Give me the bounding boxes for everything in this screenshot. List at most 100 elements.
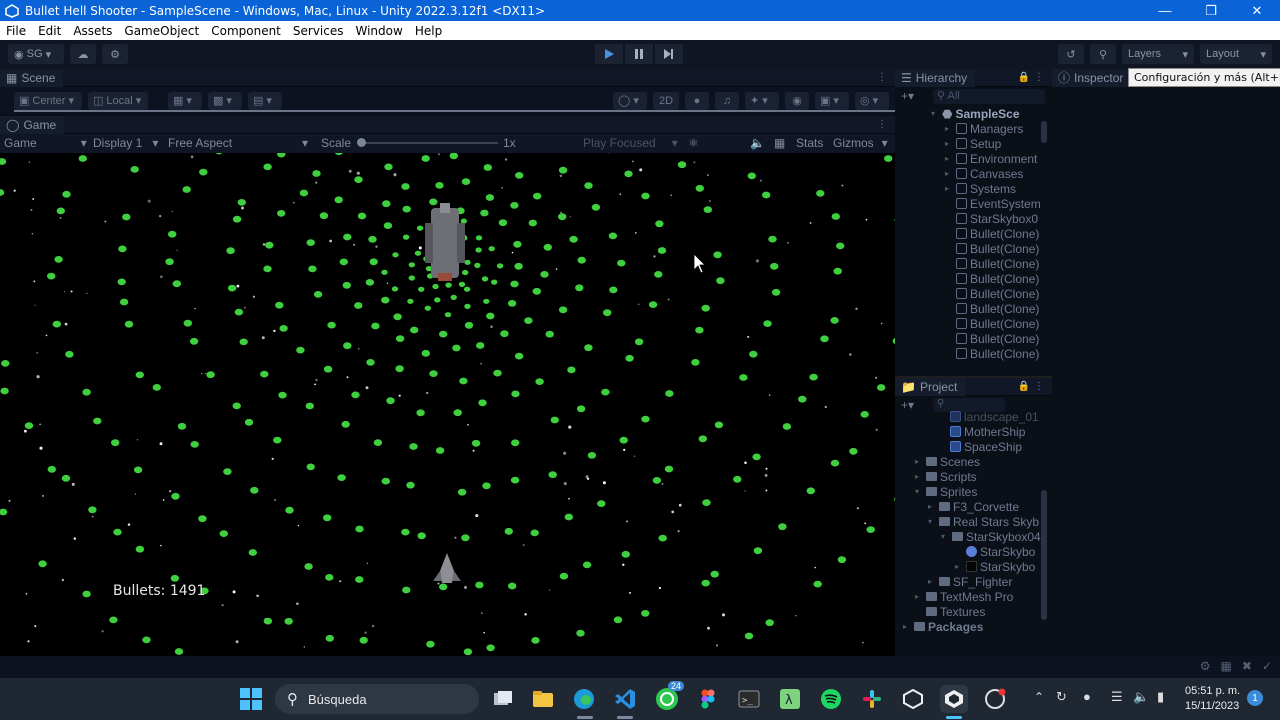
- bug-icon[interactable]: ⚛: [688, 136, 699, 150]
- minimize-icon[interactable]: —: [1142, 0, 1188, 21]
- scale-slider-handle[interactable]: [357, 138, 366, 147]
- menu-component[interactable]: Component: [205, 24, 287, 38]
- play-button[interactable]: [595, 44, 623, 64]
- scale-slider[interactable]: [358, 142, 498, 144]
- gizmos-scene-button[interactable]: ◎ ▾: [855, 91, 889, 110]
- expand-arrow-icon[interactable]: ▸: [915, 592, 923, 601]
- microphone-icon[interactable]: ●: [1083, 689, 1091, 704]
- mute-audio-icon[interactable]: 🔈: [750, 136, 765, 150]
- hierarchy-item[interactable]: Bullet(Clone): [945, 346, 1039, 361]
- align-button[interactable]: ▤ ▾: [248, 91, 282, 110]
- tray-chevron-icon[interactable]: ⌃: [1034, 690, 1044, 704]
- project-item[interactable]: Textures: [915, 604, 985, 619]
- pivot-dropdown[interactable]: ▣ Center ▾: [14, 91, 82, 110]
- edge-icon[interactable]: [570, 685, 598, 713]
- hierarchy-item[interactable]: EventSystem: [945, 196, 1041, 211]
- volume-muted-icon[interactable]: 🔈: [1133, 689, 1149, 705]
- close-icon[interactable]: ✕: [1234, 0, 1280, 21]
- account-dropdown[interactable]: ◉ SG ▾: [8, 44, 64, 64]
- stats-button[interactable]: Stats: [796, 136, 823, 150]
- hierarchy-item[interactable]: Bullet(Clone): [945, 301, 1039, 316]
- project-item[interactable]: ▸ F3_Corvette: [928, 499, 1019, 514]
- debug-icon[interactable]: ⚙: [1200, 659, 1211, 673]
- expand-arrow-icon[interactable]: ▾: [941, 532, 949, 541]
- search-button[interactable]: ⚲: [1090, 44, 1116, 64]
- menu-file[interactable]: File: [0, 24, 32, 38]
- step-button[interactable]: [655, 44, 683, 64]
- collab-button[interactable]: ⚙: [102, 44, 128, 64]
- camera-button[interactable]: ▣ ▾: [815, 91, 849, 110]
- hierarchy-item[interactable]: StarSkybox0: [945, 211, 1038, 226]
- spotify-icon[interactable]: [817, 685, 845, 713]
- expand-arrow-icon[interactable]: ▸: [928, 502, 936, 511]
- tab-scene[interactable]: ▦ Scene: [0, 68, 64, 87]
- layout-dropdown[interactable]: Layout ▾: [1200, 44, 1272, 64]
- expand-arrow-icon[interactable]: ▾: [915, 487, 923, 496]
- system-clock[interactable]: 05:51 p. m. 15/11/2023: [1185, 684, 1240, 714]
- hierarchy-item[interactable]: Bullet(Clone): [945, 226, 1039, 241]
- battery-icon[interactable]: ▮: [1157, 689, 1164, 705]
- shortcuts-icon[interactable]: ▦: [774, 136, 785, 150]
- project-item[interactable]: ▾ StarSkybox04: [941, 529, 1041, 544]
- hierarchy-item[interactable]: Bullet(Clone): [945, 271, 1039, 286]
- hierarchy-item[interactable]: ▸ Canvases: [945, 166, 1023, 181]
- cache-icon[interactable]: ▦: [1221, 659, 1232, 673]
- slack-icon[interactable]: [858, 685, 886, 713]
- notification-badge[interactable]: 1: [1247, 690, 1263, 706]
- effects-toggle[interactable]: ✦ ▾: [745, 91, 779, 110]
- menu-help[interactable]: Help: [409, 24, 448, 38]
- expand-arrow-icon[interactable]: ▾: [931, 109, 939, 118]
- undo-history-button[interactable]: ↺: [1058, 44, 1084, 64]
- project-item[interactable]: StarSkybo: [955, 544, 1035, 559]
- mode-2d-button[interactable]: 2D: [653, 91, 679, 110]
- progress-icon[interactable]: ✓: [1262, 659, 1272, 673]
- hierarchy-item[interactable]: ▸ Setup: [945, 136, 1001, 151]
- expand-arrow-icon[interactable]: ▸: [915, 457, 923, 466]
- lambda-icon[interactable]: λ: [776, 685, 804, 713]
- expand-arrow-icon[interactable]: ▸: [915, 472, 923, 481]
- project-scrollbar[interactable]: [1041, 490, 1047, 620]
- layers-dropdown[interactable]: Layers ▾: [1122, 44, 1194, 64]
- expand-arrow-icon[interactable]: ▸: [928, 577, 936, 586]
- wifi-icon[interactable]: ☰: [1111, 689, 1123, 705]
- visibility-toggle[interactable]: ◉: [785, 91, 809, 110]
- kebab-menu-icon[interactable]: ⋮: [877, 119, 887, 130]
- project-item[interactable]: ▸ Scenes: [915, 454, 980, 469]
- tab-inspector[interactable]: ⓘ Inspector: [1052, 68, 1132, 87]
- terminal-icon[interactable]: >_: [735, 685, 763, 713]
- restore-icon[interactable]: ❐: [1188, 0, 1234, 21]
- whatsapp-icon[interactable]: 24: [653, 681, 685, 713]
- expand-arrow-icon[interactable]: ▸: [945, 124, 953, 133]
- hierarchy-item[interactable]: ▸ Systems: [945, 181, 1016, 196]
- menu-edit[interactable]: Edit: [32, 24, 67, 38]
- hierarchy-item[interactable]: ▸ Environment: [945, 151, 1037, 166]
- file-explorer-icon[interactable]: [529, 685, 557, 713]
- project-item[interactable]: landscape_01: [939, 409, 1039, 424]
- taskbar-search[interactable]: ⚲ Búsqueda: [275, 684, 479, 714]
- play-focused-dropdown[interactable]: Play Focused ▾: [583, 136, 678, 150]
- shading-mode-button[interactable]: ◯ ▾: [613, 91, 647, 110]
- expand-arrow-icon[interactable]: ▸: [903, 622, 911, 631]
- tab-game[interactable]: ◯ Game: [0, 115, 65, 134]
- figma-icon[interactable]: [694, 685, 722, 713]
- gizmos-button[interactable]: Gizmos ▾: [833, 136, 888, 150]
- hierarchy-item[interactable]: ▾ ⬣ SampleSce: [931, 106, 1020, 121]
- display-dropdown[interactable]: Display 1 ▾: [93, 136, 158, 150]
- menu-assets[interactable]: Assets: [67, 24, 118, 38]
- app-icon[interactable]: [981, 685, 1009, 713]
- expand-arrow-icon[interactable]: ▸: [945, 184, 953, 193]
- project-item[interactable]: ▾ Real Stars Skyb: [928, 514, 1039, 529]
- project-item[interactable]: ▸ TextMesh Pro: [915, 589, 1013, 604]
- expand-arrow-icon[interactable]: ▸: [955, 562, 963, 571]
- menu-window[interactable]: Window: [350, 24, 409, 38]
- expand-arrow-icon[interactable]: ▾: [928, 517, 936, 526]
- sync-icon[interactable]: ↻: [1056, 689, 1067, 705]
- menu-gameobject[interactable]: GameObject: [118, 24, 205, 38]
- task-view-icon[interactable]: [489, 685, 517, 713]
- game-view-dropdown[interactable]: Game ▾: [4, 136, 87, 150]
- audio-toggle[interactable]: ♫: [715, 91, 739, 110]
- menu-services[interactable]: Services: [287, 24, 350, 38]
- windows-start-icon[interactable]: [239, 687, 263, 711]
- pause-button[interactable]: [625, 44, 653, 64]
- expand-arrow-icon[interactable]: ▸: [945, 139, 953, 148]
